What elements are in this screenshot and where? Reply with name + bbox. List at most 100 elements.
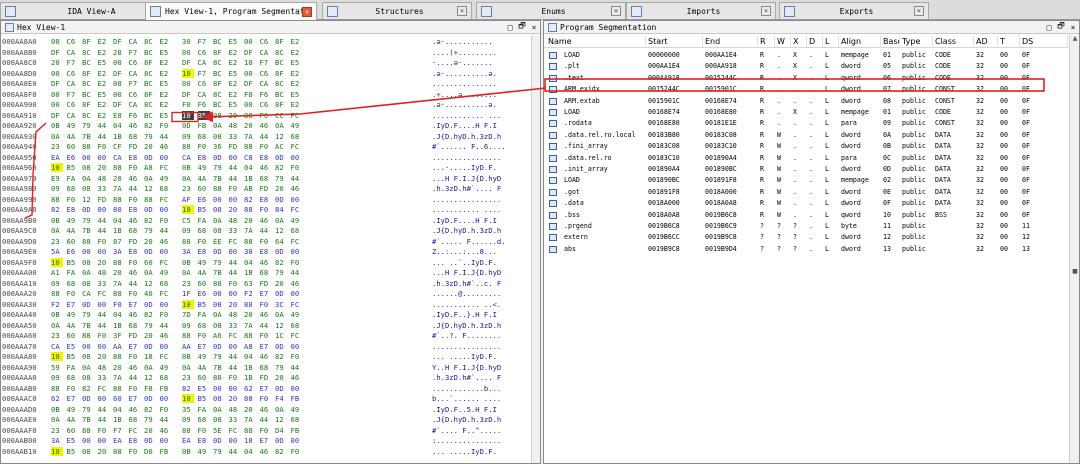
hex-byte[interactable]: F0 bbox=[198, 142, 210, 151]
hex-byte[interactable]: F0 bbox=[129, 258, 141, 267]
hex-byte[interactable]: 44 bbox=[260, 226, 272, 235]
hex-byte[interactable]: F4 bbox=[275, 394, 287, 403]
hex-byte[interactable]: 68 bbox=[198, 321, 210, 330]
hex-byte[interactable]: 12 bbox=[275, 415, 287, 424]
hex-byte[interactable]: 82 bbox=[82, 384, 94, 393]
hex-byte[interactable]: 0A bbox=[82, 363, 94, 372]
hex-byte[interactable]: 00 bbox=[98, 300, 110, 309]
float-button[interactable]: 🗗 bbox=[516, 20, 528, 34]
hex-byte[interactable]: 44 bbox=[229, 174, 241, 183]
hex-byte[interactable]: BC bbox=[213, 37, 225, 46]
hex-byte[interactable]: 0A bbox=[144, 363, 156, 372]
hex-byte[interactable]: 88 bbox=[213, 184, 225, 193]
hex-byte[interactable]: FB bbox=[198, 121, 210, 130]
hex-byte[interactable]: DF bbox=[182, 58, 194, 67]
hex-byte[interactable]: 0D bbox=[144, 153, 156, 162]
hex-byte[interactable]: 00 bbox=[98, 342, 110, 351]
hex-byte[interactable]: 4A bbox=[198, 268, 210, 277]
column-header-w[interactable]: W bbox=[775, 35, 791, 48]
hex-byte[interactable]: 20 bbox=[275, 373, 287, 382]
hex-byte[interactable]: 0D bbox=[144, 394, 156, 403]
hex-byte[interactable]: BC bbox=[213, 69, 225, 78]
hex-byte[interactable]: E6 bbox=[198, 195, 210, 204]
hex-byte[interactable]: 08 bbox=[82, 352, 94, 361]
hex-byte[interactable]: 00 bbox=[113, 58, 125, 67]
hex-byte[interactable]: 88 bbox=[113, 384, 125, 393]
hex-byte[interactable]: 08 bbox=[82, 258, 94, 267]
hex-byte[interactable]: F0 bbox=[182, 100, 194, 109]
hex-byte[interactable]: 00 bbox=[98, 247, 110, 256]
segment-row[interactable]: .prgend 0019B6C8 0019B6C9???. Lbyte 11 public… bbox=[544, 222, 1068, 231]
hex-byte[interactable]: 88 bbox=[244, 111, 256, 120]
hex-byte[interactable]: F2 bbox=[51, 300, 63, 309]
hex-byte[interactable]: 49 bbox=[67, 310, 79, 319]
hex-byte[interactable]: CA bbox=[198, 58, 210, 67]
hex-byte[interactable]: 12 bbox=[275, 132, 287, 141]
hex-byte[interactable]: 20 bbox=[244, 310, 256, 319]
hex-byte[interactable]: E6 bbox=[67, 247, 79, 256]
hex-byte[interactable]: CA bbox=[113, 153, 125, 162]
hex-byte[interactable]: 00 bbox=[213, 384, 225, 393]
hex-byte[interactable]: 3F bbox=[113, 331, 125, 340]
hex-byte[interactable]: 88 bbox=[51, 289, 63, 298]
hex-byte[interactable]: A8 bbox=[144, 163, 156, 172]
hex-byte[interactable]: 3A bbox=[51, 436, 63, 445]
hex-byte[interactable]: 0A bbox=[275, 121, 287, 130]
hex-byte[interactable]: E8 bbox=[67, 205, 79, 214]
hex-byte[interactable]: 44 bbox=[98, 415, 110, 424]
hex-byte[interactable]: 0D bbox=[144, 247, 156, 256]
hex-byte[interactable]: E7 bbox=[260, 384, 272, 393]
hex-byte[interactable]: 0A bbox=[213, 121, 225, 130]
hex-byte[interactable]: CA bbox=[67, 48, 79, 57]
hex-byte[interactable]: 8F bbox=[275, 100, 287, 109]
hex-byte[interactable]: FD bbox=[129, 331, 141, 340]
hex-byte[interactable]: 8C bbox=[144, 37, 156, 46]
tab-imports[interactable]: Imports × bbox=[626, 2, 776, 19]
hex-byte[interactable]: 7B bbox=[82, 415, 94, 424]
hex-byte[interactable]: 20 bbox=[98, 163, 110, 172]
hex-byte[interactable]: E2 bbox=[291, 37, 303, 46]
hex-byte[interactable]: E5 bbox=[229, 69, 241, 78]
hex-byte[interactable]: 49 bbox=[160, 363, 172, 372]
hex-byte[interactable]: 0D bbox=[275, 247, 287, 256]
hex-byte[interactable]: 88 bbox=[113, 258, 125, 267]
hex-byte[interactable]: 4A bbox=[67, 226, 79, 235]
hex-byte[interactable]: 0B bbox=[51, 121, 63, 130]
hex-byte[interactable]: 0D bbox=[275, 384, 287, 393]
hex-byte[interactable]: E2 bbox=[291, 48, 303, 57]
hex-byte[interactable]: E8 bbox=[129, 153, 141, 162]
hex-byte[interactable]: CA bbox=[82, 289, 94, 298]
hex-byte[interactable]: 88 bbox=[182, 426, 194, 435]
column-header-x[interactable]: X bbox=[791, 35, 807, 48]
hex-byte[interactable]: 44 bbox=[160, 415, 172, 424]
hex-byte[interactable]: 00 bbox=[82, 247, 94, 256]
hex-byte[interactable]: 30 bbox=[182, 37, 194, 46]
hex-byte[interactable]: 0A bbox=[275, 310, 287, 319]
hex-byte[interactable]: C6 bbox=[67, 69, 79, 78]
hex-byte[interactable]: 0A bbox=[182, 363, 194, 372]
hex-byte[interactable]: 0A bbox=[51, 415, 63, 424]
hex-byte[interactable]: 82 bbox=[144, 121, 156, 130]
hex-byte[interactable]: 08 bbox=[82, 184, 94, 193]
close-icon[interactable]: × bbox=[611, 6, 621, 16]
hex-byte[interactable]: A6 bbox=[213, 331, 225, 340]
column-header-t[interactable]: T bbox=[998, 35, 1020, 48]
hex-byte[interactable]: 60 bbox=[198, 373, 210, 382]
hex-byte[interactable]: 10 bbox=[182, 205, 194, 215]
hex-byte[interactable]: 7B bbox=[213, 268, 225, 277]
hex-byte[interactable]: 60 bbox=[198, 184, 210, 193]
hex-byte[interactable]: 00 bbox=[113, 90, 125, 99]
segment-row[interactable]: .got 001891F8 0018A000 R W.. Ldword 0E public DA… bbox=[544, 188, 1068, 197]
hex-byte[interactable]: FD bbox=[260, 184, 272, 193]
hex-byte[interactable]: 0D bbox=[213, 153, 225, 162]
hex-byte[interactable]: E5 bbox=[291, 58, 303, 67]
hex-byte[interactable]: 20 bbox=[144, 237, 156, 246]
hex-byte[interactable]: E8 bbox=[129, 247, 141, 256]
hex-byte[interactable]: 09 bbox=[182, 321, 194, 330]
segment-row[interactable]: extern 0019B6CC 0019B9C8???. Ldword 12 public… bbox=[544, 233, 1068, 242]
hex-byte[interactable]: 1F bbox=[182, 289, 194, 298]
hex-byte[interactable]: 44 bbox=[98, 321, 110, 330]
hex-byte[interactable]: 88 bbox=[51, 195, 63, 204]
hex-byte[interactable]: 7A bbox=[113, 373, 125, 382]
close-icon[interactable]: × bbox=[761, 6, 771, 16]
